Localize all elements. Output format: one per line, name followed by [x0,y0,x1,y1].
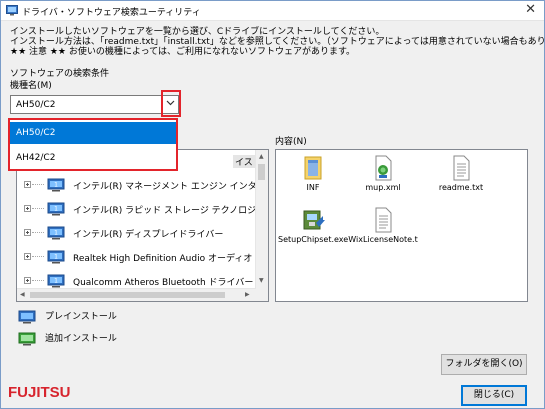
tree-horizontal-scroll-thumb[interactable] [30,292,225,298]
content-panel[interactable]: INF mup.xml readme.txt SetupChipset.exe … [275,149,528,302]
installer-icon [303,210,325,230]
scroll-left-icon[interactable]: ◀ [20,291,25,298]
tree-row[interactable]: 1 インテル(R) ラピッド ストレージ テクノロジー [17,198,265,220]
model-dropdown-list[interactable]: AH50/C2 AH42/C2 [8,118,178,171]
svg-text:1: 1 [54,278,58,285]
scroll-right-icon[interactable]: ▶ [245,291,250,298]
expand-icon[interactable] [24,277,31,284]
tree-vertical-scrollbar[interactable]: ▲ ▼ [255,150,268,301]
tree-item-label: インテル(R) ラピッド ストレージ テクノロジー [73,206,266,216]
tree-item-label: Realtek High Definition Audio オーディオドライバ [73,254,269,264]
monitor-icon: 1 [47,178,65,192]
tree-item-label: インテル(R) ディスプレイドライバー [73,230,224,240]
close-button[interactable]: 閉じる(C) [461,385,527,406]
file-item[interactable]: WixLicenseNote.t [348,207,418,244]
additional-install-legend-label: 追加インストール [45,334,117,344]
svg-text:1: 1 [54,230,58,237]
fujitsu-logo: FUJITSU [8,384,71,401]
file-item[interactable]: readme.txt [426,155,496,192]
expand-icon[interactable] [24,205,31,212]
utility-window: ドライバ・ソフトウェア検索ユーティリティ ✕ インストールしたいソフトウェアを一… [0,0,545,409]
folder-icon [304,156,322,180]
tree-item-label: Qualcomm Atheros Bluetooth ドライバー [73,278,254,288]
file-name: readme.txt [438,183,484,192]
expand-icon[interactable] [24,229,31,236]
scroll-up-icon[interactable]: ▲ [259,153,264,160]
tree-item-label: インテル(R) マネージメント エンジン インターフェイ [73,182,268,192]
title-bar: ドライバ・ソフトウェア検索ユーティリティ ✕ [1,1,544,21]
text-file-icon [453,155,470,181]
open-folder-button[interactable]: フォルダを開く(O) [441,354,527,375]
scroll-down-icon[interactable]: ▼ [259,277,264,284]
file-name: SetupChipset.exe [278,235,349,244]
tree-row[interactable]: 1 インテル(R) ディスプレイドライバー [17,222,257,244]
model-combobox-value: AH50/C2 [16,100,56,110]
app-icon [6,5,18,16]
model-option-label: AH50/C2 [16,128,56,138]
expand-icon[interactable] [24,253,31,260]
model-combobox[interactable]: AH50/C2 [10,95,179,114]
tree-horizontal-scrollbar[interactable]: ◀ ▶ [17,288,256,301]
svg-text:1: 1 [54,254,58,261]
tree-row[interactable]: 1 インテル(R) マネージメント エンジン インターフェイ [17,174,268,196]
svg-text:1: 1 [54,182,58,189]
monitor-icon: 1 [47,202,65,216]
file-item[interactable]: INF [278,155,348,192]
search-section-label: ソフトウェアの検索条件 [10,69,110,79]
software-tree[interactable]: イス ソフトウェア 1 インテル(R) マネージメント エンジン インターフェイ… [16,149,269,302]
additional-install-legend-icon [18,332,36,346]
chevron-down-icon [166,100,175,106]
monitor-icon: 1 [47,250,65,264]
model-option-label: AH42/C2 [16,153,56,163]
monitor-icon: 1 [47,274,65,288]
window-close-icon[interactable]: ✕ [525,2,536,17]
model-option[interactable]: AH50/C2 [10,122,176,144]
svg-text:1: 1 [54,206,58,213]
file-name: INF [306,183,320,192]
file-name: mup.xml [365,183,401,192]
model-label: 機種名(M) [10,81,52,91]
model-option[interactable]: AH42/C2 [10,147,176,169]
tree-vertical-scroll-thumb[interactable] [258,164,265,180]
monitor-icon: 1 [47,226,65,240]
file-name: WixLicenseNote.t [348,235,418,244]
intro-line-3: ★★ 注意 ★★ お使いの機種によっては、ご利用になれないソフトウェアがあります… [10,47,356,57]
xml-file-icon [375,155,392,181]
preinstall-legend-icon [18,310,36,324]
content-label: 内容(N) [275,137,307,147]
preinstall-legend-label: プレインストール [45,312,117,322]
tree-row[interactable]: 1 Realtek High Definition Audio オーディオドライ… [17,246,268,268]
file-item[interactable]: mup.xml [348,155,418,192]
text-file-icon [375,207,392,233]
file-item[interactable]: SetupChipset.exe [278,207,348,244]
expand-icon[interactable] [24,181,31,188]
window-title: ドライバ・ソフトウェア検索ユーティリティ [22,8,201,18]
